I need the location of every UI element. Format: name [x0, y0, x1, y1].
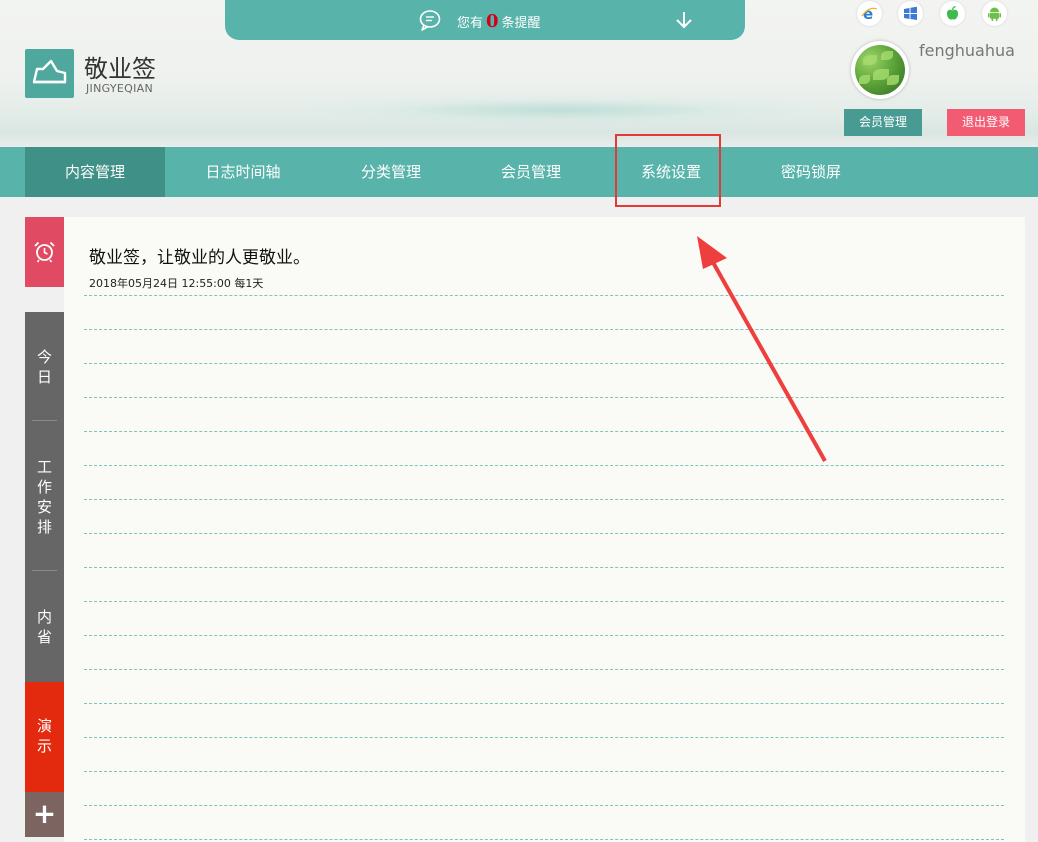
sidebar-item-label: 内省	[36, 608, 52, 646]
nav-password-lock[interactable]: 密码锁屏	[741, 147, 881, 197]
brand-logo[interactable]	[25, 49, 74, 98]
note-panel: 敬业签，让敬业的人更敬业。 2018年05月24日 12:55:00 每1天	[64, 217, 1025, 842]
sidebar-item-introspection[interactable]: 内省	[25, 607, 64, 647]
ruled-line	[84, 499, 1004, 500]
chat-bubble-icon	[419, 10, 441, 31]
ruled-line	[84, 431, 1004, 432]
alarm-clock-icon	[34, 241, 55, 263]
header: 您有 0 条提醒 敬业签 JINGYEQIAN e fenghuahua 会员管…	[0, 0, 1038, 147]
nav-member-management[interactable]: 会员管理	[461, 147, 601, 197]
note-text[interactable]: 敬业签，让敬业的人更敬业。	[89, 243, 310, 268]
sidebar-alarm-tab[interactable]	[25, 217, 64, 287]
sidebar-item-label: 演示	[36, 717, 52, 755]
main-nav: 内容管理 日志时间轴 分类管理 会员管理 系统设置 密码锁屏	[0, 147, 1038, 197]
avatar[interactable]	[851, 41, 909, 99]
platform-icons: e	[857, 1, 1017, 27]
ruled-line	[84, 329, 1004, 330]
nav-content-management[interactable]: 内容管理	[25, 147, 165, 197]
notification-prefix: 您有	[457, 16, 484, 31]
ruled-line	[84, 397, 1004, 398]
header-background-sea	[300, 95, 820, 125]
ruled-line	[84, 635, 1004, 636]
ruled-line	[84, 669, 1004, 670]
android-icon[interactable]	[982, 1, 1007, 26]
ruled-line	[84, 771, 1004, 772]
ruled-line	[84, 839, 1004, 840]
member-management-button[interactable]: 会员管理	[844, 109, 922, 136]
apple-icon[interactable]	[940, 1, 965, 26]
ruled-line	[84, 601, 1004, 602]
sidebar-item-label: 今日	[36, 348, 52, 386]
windows-icon[interactable]	[898, 1, 923, 26]
annotation-highlight-box	[615, 134, 721, 207]
sidebar-item-work-schedule[interactable]: 工作安排	[25, 457, 64, 537]
ruled-line	[84, 295, 1004, 296]
avatar-image	[855, 45, 905, 95]
ruled-line	[84, 567, 1004, 568]
ruled-line	[84, 533, 1004, 534]
note-meta: 2018年05月24日 12:55:00 每1天	[89, 277, 264, 290]
logout-button[interactable]: 退出登录	[947, 109, 1025, 136]
sidebar-item-demo[interactable]: 演示	[25, 682, 64, 792]
ie-icon[interactable]: e	[857, 1, 882, 26]
ruled-line	[84, 805, 1004, 806]
notification-count: 0	[486, 11, 499, 32]
nav-log-timeline[interactable]: 日志时间轴	[173, 147, 313, 197]
shoe-logo-icon	[32, 59, 67, 84]
ruled-line	[84, 703, 1004, 704]
nav-category-management[interactable]: 分类管理	[321, 147, 461, 197]
sidebar-divider	[32, 570, 57, 571]
notification-suffix: 条提醒	[501, 16, 541, 31]
ruled-line	[84, 363, 1004, 364]
ruled-line	[84, 465, 1004, 466]
notification-bar[interactable]: 您有 0 条提醒	[225, 0, 745, 40]
sidebar-item-label: 工作安排	[36, 458, 52, 536]
ruled-line	[84, 737, 1004, 738]
brand-title: 敬业签	[84, 55, 156, 83]
notification-text: 您有 0 条提醒	[457, 11, 541, 32]
add-category-button[interactable]: +	[25, 792, 64, 837]
sidebar-item-today[interactable]: 今日	[25, 347, 64, 387]
sidebar-divider	[32, 420, 57, 421]
username: fenghuahua	[919, 41, 1015, 60]
brand-subtitle: JINGYEQIAN	[86, 82, 154, 95]
arrow-down-icon[interactable]	[673, 9, 695, 31]
